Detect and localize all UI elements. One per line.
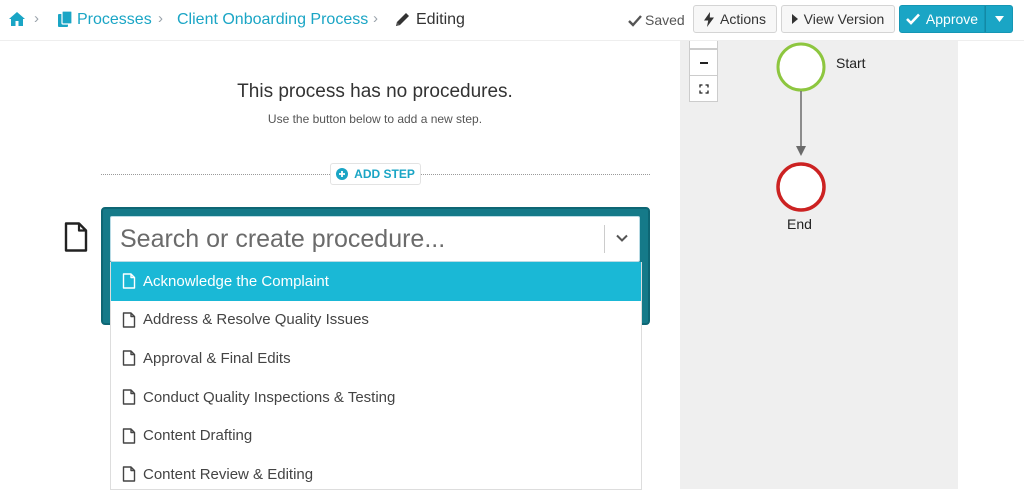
- procedure-option[interactable]: Conduct Quality Inspections & Testing: [111, 378, 641, 417]
- bolt-icon: [704, 11, 715, 27]
- procedure-option-label: Content Drafting: [143, 427, 253, 445]
- procedure-search-input[interactable]: [120, 223, 590, 255]
- start-node-label: Start: [836, 55, 866, 71]
- procedure-option-label: Approval & Final Edits: [143, 349, 291, 367]
- procedure-dropdown: Acknowledge the Complaint Address & Reso…: [110, 262, 642, 490]
- approve-menu-button[interactable]: [985, 5, 1013, 33]
- procedure-option-label: Address & Resolve Quality Issues: [143, 311, 369, 329]
- procedure-option[interactable]: Content Drafting: [111, 416, 641, 455]
- add-step-label: ADD STEP: [354, 167, 415, 181]
- plus-circle-icon: [336, 168, 349, 180]
- file-icon: [122, 427, 136, 444]
- file-icon: [122, 273, 136, 289]
- procedure-option[interactable]: Acknowledge the Complaint: [111, 262, 641, 301]
- actions-label: Actions: [720, 11, 766, 27]
- procedure-option-label: Acknowledge the Complaint: [143, 272, 329, 290]
- approve-button[interactable]: Approve: [899, 5, 985, 33]
- breadcrumb-separator: ›: [158, 10, 163, 27]
- approve-label: Approve: [925, 11, 979, 27]
- breadcrumb-process-link[interactable]: Client Onboarding Process: [177, 11, 368, 29]
- start-node[interactable]: [776, 42, 826, 92]
- process-flow-diagram: [776, 42, 826, 212]
- saved-status: Saved: [628, 12, 685, 28]
- procedure-option[interactable]: Approval & Final Edits: [111, 339, 641, 378]
- copy-icon: [58, 10, 73, 27]
- caret-right-icon: [791, 14, 798, 24]
- caret-down-icon: [994, 16, 1004, 22]
- chevron-down-icon[interactable]: [614, 230, 630, 246]
- end-node[interactable]: [776, 162, 826, 212]
- procedure-option-label: Content Review & Editing: [143, 465, 314, 483]
- procedure-option[interactable]: Content Review & Editing: [111, 455, 641, 489]
- breadcrumb-separator: ›: [373, 10, 378, 27]
- procedure-option[interactable]: Address & Resolve Quality Issues: [111, 301, 641, 340]
- check-icon: [906, 13, 920, 25]
- empty-state-subtitle: Use the button below to add a new step.: [267, 112, 483, 126]
- actions-button[interactable]: Actions: [693, 5, 777, 33]
- pencil-icon: [396, 13, 409, 26]
- file-icon: [122, 350, 136, 367]
- breadcrumb-processes-link[interactable]: Processes: [77, 11, 152, 29]
- add-step-button[interactable]: ADD STEP: [330, 163, 421, 185]
- view-version-button[interactable]: View Version: [781, 5, 895, 33]
- check-icon: [628, 15, 642, 27]
- empty-state-title: This process has no procedures.: [237, 81, 513, 102]
- file-icon: [64, 222, 88, 252]
- breadcrumb-current: Editing: [416, 11, 465, 28]
- breadcrumb-separator: ›: [34, 10, 39, 27]
- search-separator: [604, 225, 605, 253]
- home-icon[interactable]: [8, 10, 26, 28]
- procedure-search: [110, 216, 640, 262]
- file-icon: [122, 466, 136, 482]
- procedure-option-label: Conduct Quality Inspections & Testing: [143, 388, 396, 406]
- view-version-label: View Version: [803, 11, 885, 27]
- file-icon: [122, 312, 136, 328]
- flow-arrowhead: [796, 146, 806, 156]
- top-bar: › Processes › Client Onboarding Process …: [0, 0, 1024, 41]
- file-icon: [122, 389, 136, 405]
- end-node-label: End: [787, 216, 812, 232]
- saved-label: Saved: [645, 12, 685, 28]
